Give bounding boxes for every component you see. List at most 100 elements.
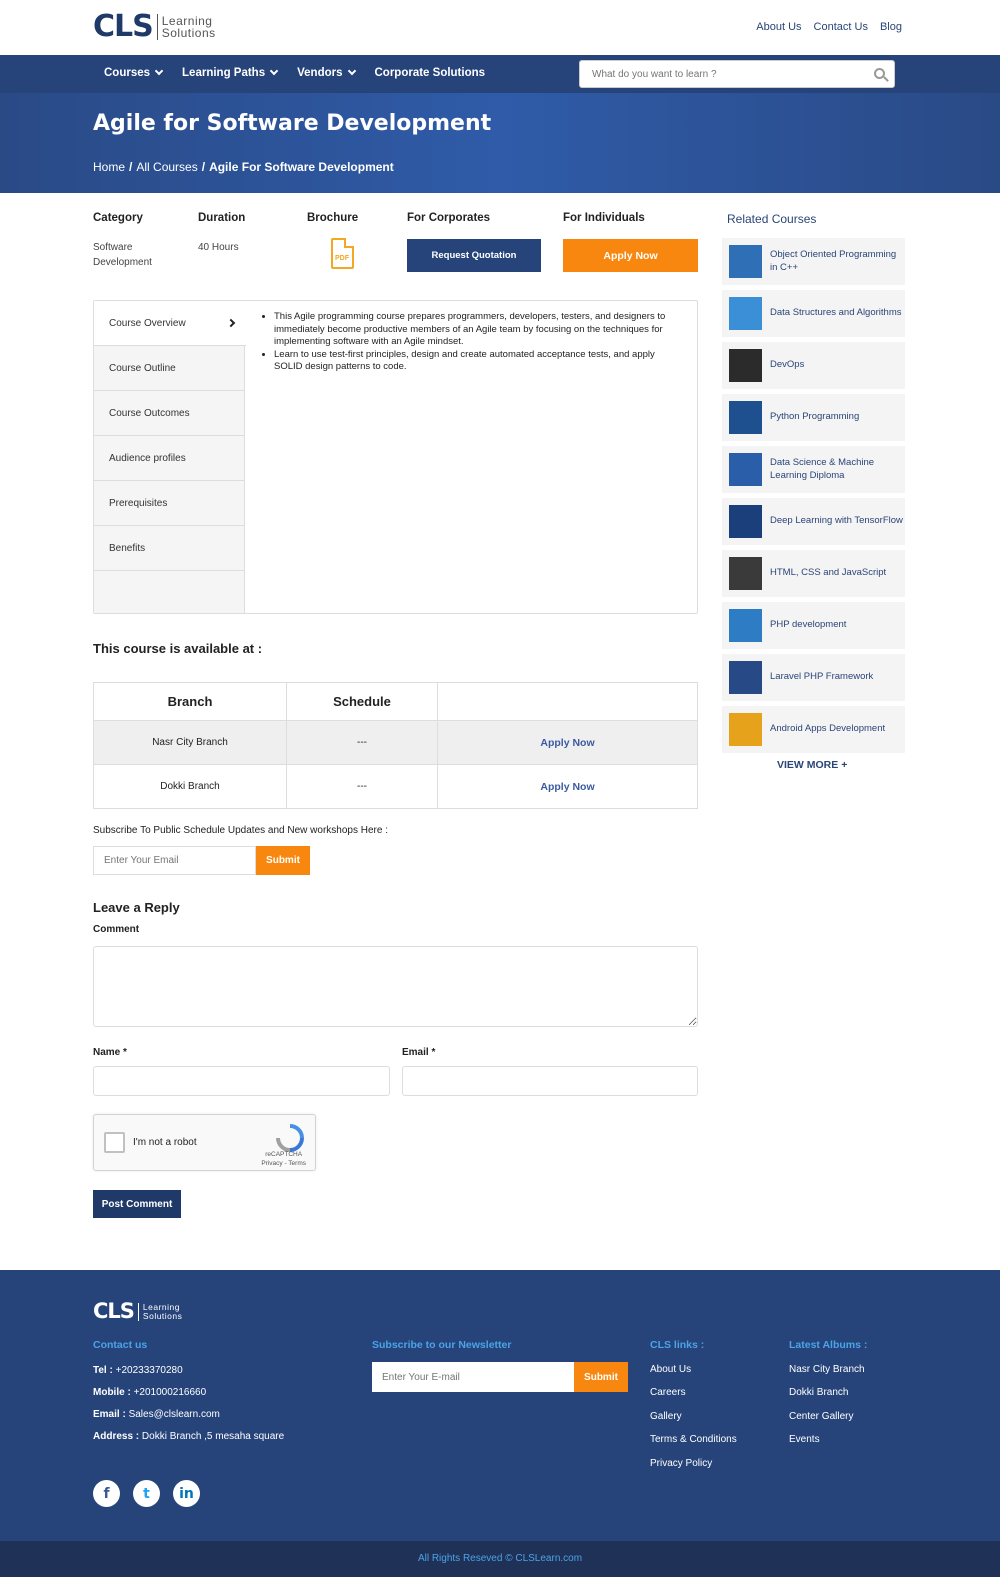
comment-label: Comment (93, 924, 140, 935)
footer-email: Email : Sales@clslearn.com (93, 1409, 220, 1420)
nav-vendors[interactable]: Vendors (297, 66, 356, 79)
action-header (437, 682, 698, 721)
category-value: Software Development (93, 242, 152, 268)
album-center-gallery[interactable]: Center Gallery (789, 1411, 853, 1422)
email-value[interactable]: Sales@clslearn.com (129, 1409, 220, 1420)
name-field[interactable] (93, 1066, 390, 1096)
related-course-item[interactable]: HTML, CSS and JavaScript (722, 550, 905, 597)
recaptcha-checkbox[interactable] (104, 1132, 125, 1153)
footer-link-privacy[interactable]: Privacy Policy (650, 1458, 712, 1469)
breadcrumb-all-courses[interactable]: All Courses (136, 160, 197, 174)
tab-course-overview[interactable]: Course Overview (94, 301, 246, 346)
contact-us-link[interactable]: Contact Us (814, 21, 868, 33)
footer-address: Address : Dokki Branch ,5 mesaha square (93, 1431, 284, 1442)
footer-logo-mark: CLS (93, 1299, 135, 1323)
breadcrumb-separator: / (201, 160, 206, 174)
branch-header: Branch (93, 682, 287, 721)
footer-logo-text: Learning Solutions (143, 1303, 182, 1320)
brochure-label: Brochure (307, 212, 359, 224)
footer-mobile: Mobile : +201000216660 (93, 1387, 206, 1398)
blog-link[interactable]: Blog (880, 21, 902, 33)
email-field[interactable] (402, 1066, 698, 1096)
schedule-cell: --- (286, 720, 438, 765)
nav-corporate-solutions[interactable]: Corporate Solutions (375, 67, 486, 79)
course-thumbnail (729, 505, 762, 538)
schedule-header: Schedule (286, 682, 438, 721)
related-course-item[interactable]: Deep Learning with TensorFlow (722, 498, 905, 545)
breadcrumb-current: Agile For Software Development (209, 160, 394, 174)
course-thumbnail (729, 349, 762, 382)
related-course-item[interactable]: Android Apps Development (722, 706, 905, 753)
page-hero: Agile for Software Development Home / Al… (0, 93, 1000, 193)
related-course-label: PHP development (770, 619, 847, 631)
nav-learning-paths-label: Learning Paths (182, 67, 266, 79)
branch-apply-now-link[interactable]: Apply Now (540, 737, 594, 749)
course-tabs-panel: Course Overview Course Outline Course Ou… (93, 300, 698, 614)
tab-course-outcomes[interactable]: Course Outcomes (94, 391, 244, 436)
album-events[interactable]: Events (789, 1434, 820, 1445)
related-course-item[interactable]: Python Programming (722, 394, 905, 441)
overview-point: Learn to use test-first principles, desi… (274, 349, 672, 374)
footer-link-about-us[interactable]: About Us (650, 1364, 691, 1375)
comment-field[interactable] (93, 946, 698, 1027)
tab-list: Course Overview Course Outline Course Ou… (94, 301, 246, 613)
footer-link-terms[interactable]: Terms & Conditions (650, 1434, 737, 1445)
related-course-item[interactable]: Data Structures and Algorithms (722, 290, 905, 337)
album-dokki-branch[interactable]: Dokki Branch (789, 1387, 848, 1398)
nav-learning-paths[interactable]: Learning Paths (182, 66, 279, 79)
related-course-label: DevOps (770, 359, 805, 371)
branch-apply-now-link[interactable]: Apply Now (540, 781, 594, 793)
availability-table: Branch Schedule Nasr City Branch --- App… (93, 682, 698, 809)
request-quotation-button[interactable]: Request Quotation (407, 239, 541, 272)
nav-courses[interactable]: Courses (104, 66, 164, 79)
related-course-item[interactable]: Laravel PHP Framework (722, 654, 905, 701)
course-thumbnail (729, 713, 762, 746)
related-course-item[interactable]: Object Oriented Programming in C++ (722, 238, 905, 285)
copyright-bar: All Rights Reseved © CLSLearn.com (0, 1541, 1000, 1577)
breadcrumb-home[interactable]: Home (93, 160, 125, 174)
footer-logo[interactable]: CLS Learning Solutions (93, 1301, 182, 1322)
for-corporates-label: For Corporates (407, 212, 491, 224)
post-comment-button[interactable]: Post Comment (93, 1190, 181, 1218)
related-course-item[interactable]: PHP development (722, 602, 905, 649)
tab-label: Audience profiles (109, 452, 186, 464)
branch-cell: Dokki Branch (93, 764, 287, 809)
course-thumbnail (729, 609, 762, 642)
subscribe-email-input[interactable] (93, 846, 256, 875)
logo-divider (156, 14, 158, 40)
related-course-item[interactable]: DevOps (722, 342, 905, 389)
linkedin-icon[interactable]: in (173, 1480, 200, 1507)
email-label: Email * (402, 1047, 436, 1058)
logo-mark: CLS (93, 9, 154, 44)
table-header-row: Branch Schedule (93, 682, 698, 721)
action-cell: Apply Now (437, 720, 698, 765)
subscribe-submit-button[interactable]: Submit (256, 846, 310, 875)
nav-vendors-label: Vendors (297, 67, 343, 79)
view-more-label: VIEW MORE (777, 759, 839, 771)
album-nasr-city-branch[interactable]: Nasr City Branch (789, 1364, 865, 1375)
tab-course-outline[interactable]: Course Outline (94, 346, 244, 391)
address-value: Dokki Branch ,5 mesaha square (141, 1431, 285, 1442)
related-course-label: Deep Learning with TensorFlow (770, 515, 903, 527)
footer-link-gallery[interactable]: Gallery (650, 1411, 682, 1422)
related-course-item[interactable]: Data Science & Machine Learning Diploma (722, 446, 905, 493)
search-icon[interactable] (874, 68, 885, 79)
tab-benefits[interactable]: Benefits (94, 526, 244, 571)
view-more-link[interactable]: VIEW MORE + (777, 759, 847, 771)
tab-prerequisites[interactable]: Prerequisites (94, 481, 244, 526)
newsletter-submit-button[interactable]: Submit (574, 1362, 628, 1392)
newsletter-email-input[interactable] (372, 1362, 574, 1392)
search-input[interactable] (580, 61, 860, 87)
facebook-icon[interactable]: f (93, 1480, 120, 1507)
pdf-icon[interactable]: PDF (331, 238, 354, 269)
site-logo[interactable]: CLS Learning Solutions (93, 12, 216, 42)
about-us-link[interactable]: About Us (756, 21, 801, 33)
recaptcha-links[interactable]: Privacy - Terms (261, 1160, 306, 1167)
footer-link-careers[interactable]: Careers (650, 1387, 686, 1398)
related-courses-title: Related Courses (727, 212, 817, 226)
for-individuals-label: For Individuals (563, 212, 645, 224)
tab-audience-profiles[interactable]: Audience profiles (94, 436, 244, 481)
apply-now-button[interactable]: Apply Now (563, 239, 698, 272)
logo-text-line2: Solutions (161, 26, 216, 40)
twitter-icon[interactable]: t (133, 1480, 160, 1507)
